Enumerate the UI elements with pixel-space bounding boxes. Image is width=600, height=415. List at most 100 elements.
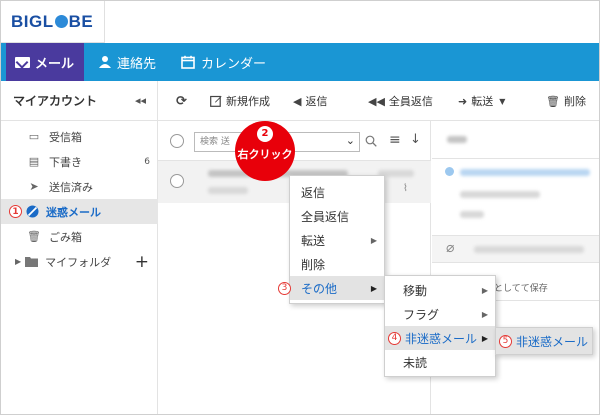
nav-tab-contacts[interactable]: 連絡先 [98, 43, 156, 81]
chevron-down-icon: ▼ [499, 96, 506, 106]
add-folder-icon[interactable]: + [135, 252, 149, 272]
trash-icon: 🗑 [27, 230, 41, 243]
folder-icon [25, 257, 39, 267]
avatar [445, 167, 454, 176]
context-menu-forward-label: 転送 [301, 233, 326, 248]
submenu-flag-label: フラグ [403, 307, 440, 322]
mail-toolbar: ⟳ 新規作成 ◀ 返信 ◀◀ 全員返信 ➜ 転送 ▼ 🗑 削除 [158, 81, 599, 121]
expand-triangle-icon[interactable]: ▶ [15, 257, 21, 266]
blurred-date [460, 191, 540, 198]
save-attachment-label: としてて保存 [494, 284, 548, 294]
biglobe-logo[interactable]: BIGL BE [11, 12, 93, 32]
message-checkbox[interactable] [170, 174, 184, 188]
search-placeholder: 検索 送 [200, 137, 230, 147]
submenu-arrow-icon: ▶ [370, 235, 377, 245]
nav-tab-calendar[interactable]: カレンダー [181, 43, 266, 81]
blurred-subject [447, 136, 467, 143]
submenu-arrow-icon: ▶ [481, 333, 488, 343]
sidebar-item-label: 送信済み [49, 180, 93, 194]
collapse-sidebar-icon[interactable]: ◂◂ [135, 94, 146, 107]
context-submenu-other: 移動 ▶ フラグ ▶ 4 非迷惑メール ▶ 未読 [384, 275, 496, 377]
sidebar-item-spam[interactable]: 1 迷惑メール [1, 199, 158, 224]
forward-icon: ➜ [458, 94, 468, 108]
compose-button[interactable]: 新規作成 [210, 81, 270, 121]
sidebar-item-drafts[interactable]: ▤ 下書き 6 [1, 149, 158, 174]
step-5-badge: 5 [499, 334, 512, 348]
context-menu-delete-label: 削除 [301, 257, 326, 272]
sidebar-item-label: ごみ箱 [49, 230, 82, 244]
context-menu-forward[interactable]: 転送 ▶ [290, 228, 384, 252]
step-1-badge: 1 [9, 205, 22, 218]
reply-button-label: 返信 [305, 95, 328, 108]
sidebar-header: マイアカウント ◂◂ [1, 81, 157, 121]
context-menu-other[interactable]: 3 その他 ▶ [278, 276, 384, 300]
chevron-down-icon[interactable]: ⌄ [346, 132, 355, 150]
sidebar: マイアカウント ◂◂ ▭ 受信箱 ▤ 下書き 6 ➤ 送信済み 1 迷惑メール … [1, 81, 158, 414]
delete-button[interactable]: 🗑 削除 [546, 81, 586, 121]
logo-text-right: BE [68, 12, 94, 31]
sidebar-item-trash[interactable]: 🗑 ごみ箱 [1, 224, 158, 249]
blurred-subject [208, 187, 248, 194]
submenu-mark-not-spam[interactable]: 5 非迷惑メール [496, 328, 592, 354]
nav-tab-mail-label: メール [35, 56, 75, 72]
reply-icon: ◀ [293, 94, 302, 108]
nav-tab-contacts-label: 連絡先 [117, 56, 157, 72]
context-menu: 返信 全員返信 転送 ▶ 削除 3 その他 ▶ [278, 175, 385, 304]
spam-icon [26, 205, 39, 218]
blurred-address [460, 169, 590, 176]
context-menu-delete[interactable]: 削除 [290, 252, 384, 276]
step-2-callout: 2 右クリック [235, 121, 295, 181]
logo-container: BIGL BE [1, 1, 105, 43]
draft-icon: ▤ [28, 155, 40, 168]
step-2-label: 右クリック [237, 148, 293, 161]
submenu-move[interactable]: 移動 ▶ [385, 278, 495, 302]
sidebar-item-my-folder[interactable]: ▶ マイフォルダ + [1, 249, 158, 274]
main-navbar: メール 連絡先 カレンダー [1, 43, 599, 81]
submenu-not-spam-label: 非迷惑メール [405, 331, 478, 346]
sidebar-item-label: 下書き [49, 155, 82, 169]
refresh-button[interactable]: ⟳ [176, 81, 191, 121]
submenu-mark-not-spam-label: 非迷惑メール [516, 334, 589, 349]
submenu-not-spam[interactable]: 4 非迷惑メール ▶ [385, 326, 495, 350]
context-menu-reply-all[interactable]: 全員返信 [290, 204, 384, 228]
refresh-icon: ⟳ [176, 93, 187, 109]
calendar-icon [181, 55, 195, 69]
paperclip-icon: ⌀ [446, 240, 455, 256]
submenu-flag[interactable]: フラグ ▶ [385, 302, 495, 326]
submenu-arrow-icon: ▶ [481, 285, 488, 295]
sidebar-item-inbox[interactable]: ▭ 受信箱 [1, 124, 158, 149]
blurred-to [460, 211, 484, 218]
person-icon [99, 56, 111, 68]
logo-bar: BIGL BE [1, 1, 599, 43]
sidebar-title: マイアカウント [13, 94, 98, 108]
app-window: BIGL BE メール 連絡先 カレンダー マイアカウント ◂◂ ▭ 受信箱 ▤… [0, 0, 600, 415]
select-all-checkbox[interactable] [170, 134, 184, 148]
trash-icon: 🗑 [546, 94, 560, 108]
submenu-unread[interactable]: 未読 [385, 350, 495, 374]
compose-icon [210, 95, 222, 107]
context-menu-reply[interactable]: 返信 [290, 180, 384, 204]
step-2-number: 2 [257, 126, 273, 142]
submenu-move-label: 移動 [403, 283, 428, 298]
sidebar-item-sent[interactable]: ➤ 送信済み [1, 174, 158, 199]
reply-all-icon: ◀◀ [368, 94, 385, 108]
menu-lines-icon[interactable]: ≡ [389, 132, 401, 148]
sidebar-item-label: マイフォルダ [45, 255, 112, 269]
context-menu-other-label: その他 [301, 281, 338, 296]
nav-tab-calendar-label: カレンダー [201, 56, 267, 72]
context-submenu-not-spam: 5 非迷惑メール [495, 327, 593, 355]
delete-button-label: 削除 [563, 95, 586, 108]
attachment-bar: ⌀ [432, 235, 599, 263]
logo-text-left: BIGL [11, 12, 54, 31]
reply-all-button[interactable]: ◀◀ 全員返信 [368, 81, 433, 121]
sidebar-item-label: 迷惑メール [46, 205, 101, 219]
sort-down-icon[interactable]: ↓ [410, 132, 421, 147]
drafts-count-badge: 6 [144, 156, 150, 167]
reply-button[interactable]: ◀ 返信 [293, 81, 327, 121]
submenu-arrow-icon: ▶ [370, 283, 377, 293]
forward-button[interactable]: ➜ 転送 ▼ [458, 81, 505, 121]
search-icon[interactable] [365, 135, 377, 147]
globe-icon [54, 15, 68, 28]
nav-tab-mail[interactable]: メール [6, 43, 84, 81]
sidebar-item-label: 受信箱 [49, 130, 82, 144]
